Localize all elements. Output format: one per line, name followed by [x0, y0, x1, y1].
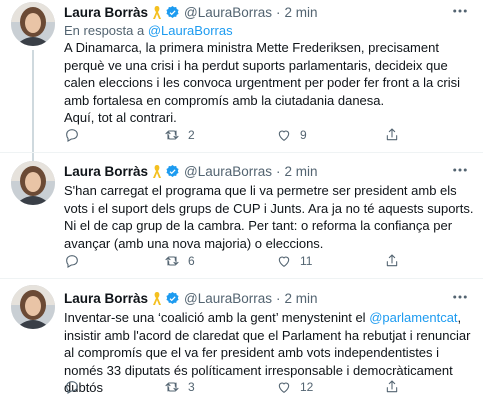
- share-button[interactable]: [384, 379, 400, 395]
- like-button[interactable]: 9: [276, 127, 307, 143]
- reply-button[interactable]: [64, 379, 88, 395]
- more-options-icon[interactable]: [451, 2, 469, 20]
- reply-button[interactable]: [64, 253, 88, 269]
- verified-badge-icon: [166, 164, 179, 177]
- tweet-actions: 6 11: [64, 253, 454, 273]
- tweet-time[interactable]: 2 min: [285, 291, 318, 306]
- verified-badge-icon: [166, 291, 179, 304]
- author-name[interactable]: Laura Borràs: [64, 164, 148, 179]
- tweet-actions: 2 9: [64, 127, 454, 147]
- share-button[interactable]: [384, 127, 400, 143]
- tweet-time[interactable]: 2 min: [285, 5, 318, 20]
- thread-line: [32, 50, 34, 162]
- author-handle[interactable]: @LauraBorras: [184, 291, 272, 306]
- tweet-paragraph: S'han carregat el programa que li va per…: [64, 183, 474, 251]
- heart-icon: [278, 130, 290, 141]
- tweet-time[interactable]: 2 min: [285, 164, 318, 179]
- tweet-text-part: Inventar-se una ‘coalició amb la gent’ m…: [64, 310, 370, 325]
- mention-link[interactable]: @parlamentcat: [369, 310, 457, 325]
- tweet-paragraph: A Dinamarca, la primera ministra Mette F…: [64, 40, 460, 108]
- comment-icon: [66, 129, 78, 142]
- separator-dot: ·: [276, 290, 281, 306]
- retweet-icon: [165, 130, 179, 140]
- comment-icon: [66, 255, 78, 268]
- like-count: 11: [300, 254, 313, 268]
- tweet-3[interactable]: Laura Borràs @LauraBorras · 2 min Invent…: [0, 279, 483, 403]
- yellow-ribbon-icon: [153, 291, 162, 305]
- tweet-2[interactable]: Laura Borràs @LauraBorras · 2 min S'han …: [0, 153, 483, 273]
- yellow-ribbon-icon: [153, 5, 162, 19]
- like-button[interactable]: 12: [276, 379, 313, 395]
- avatar-photo-icon: [11, 285, 55, 329]
- yellow-ribbon-icon: [153, 164, 162, 178]
- separator-dot: ·: [276, 4, 281, 20]
- retweet-button[interactable]: 2: [164, 127, 195, 143]
- retweet-button[interactable]: 6: [164, 253, 195, 269]
- tweet-1[interactable]: Laura Borràs @LauraBorras · 2 min En res…: [0, 0, 483, 162]
- retweet-count: 2: [188, 128, 195, 142]
- heart-icon: [278, 382, 290, 393]
- separator-dot: ·: [276, 163, 281, 179]
- retweet-button[interactable]: 3: [164, 379, 195, 395]
- retweet-icon: [165, 382, 179, 392]
- retweet-count: 6: [188, 254, 195, 268]
- tweet-text: A Dinamarca, la primera ministra Mette F…: [64, 39, 475, 127]
- share-icon: [386, 128, 398, 141]
- more-options-icon[interactable]: [451, 288, 469, 306]
- more-options-icon[interactable]: [451, 161, 469, 179]
- avatar[interactable]: [11, 161, 55, 205]
- avatar[interactable]: [11, 2, 55, 46]
- heart-icon: [278, 256, 290, 267]
- reply-handle-link[interactable]: @LauraBorras: [148, 23, 233, 38]
- retweet-icon: [165, 256, 179, 266]
- avatar-photo-icon: [11, 2, 55, 46]
- reply-prefix: En resposta a: [64, 23, 145, 38]
- share-icon: [386, 380, 398, 393]
- reply-context: En resposta a @LauraBorras: [64, 23, 475, 38]
- verified-badge-icon: [166, 5, 179, 18]
- share-icon: [386, 254, 398, 267]
- like-button[interactable]: 11: [276, 253, 312, 269]
- like-count: 12: [300, 380, 314, 394]
- author-handle[interactable]: @LauraBorras: [184, 164, 272, 179]
- like-count: 9: [300, 128, 307, 142]
- retweet-count: 3: [188, 380, 195, 394]
- reply-button[interactable]: [64, 127, 88, 143]
- author-name[interactable]: Laura Borràs: [64, 5, 148, 20]
- tweet-paragraph: Aquí, tot al contrari.: [64, 110, 177, 125]
- author-name[interactable]: Laura Borràs: [64, 291, 148, 306]
- tweet-actions: 3 12: [64, 379, 454, 399]
- avatar[interactable]: [11, 285, 55, 329]
- comment-icon: [66, 381, 78, 394]
- tweet-text: S'han carregat el programa que li va per…: [64, 182, 475, 252]
- share-button[interactable]: [384, 253, 400, 269]
- author-handle[interactable]: @LauraBorras: [184, 5, 272, 20]
- avatar-photo-icon: [11, 161, 55, 205]
- tweet-thread: Laura Borràs @LauraBorras · 2 min En res…: [0, 0, 483, 403]
